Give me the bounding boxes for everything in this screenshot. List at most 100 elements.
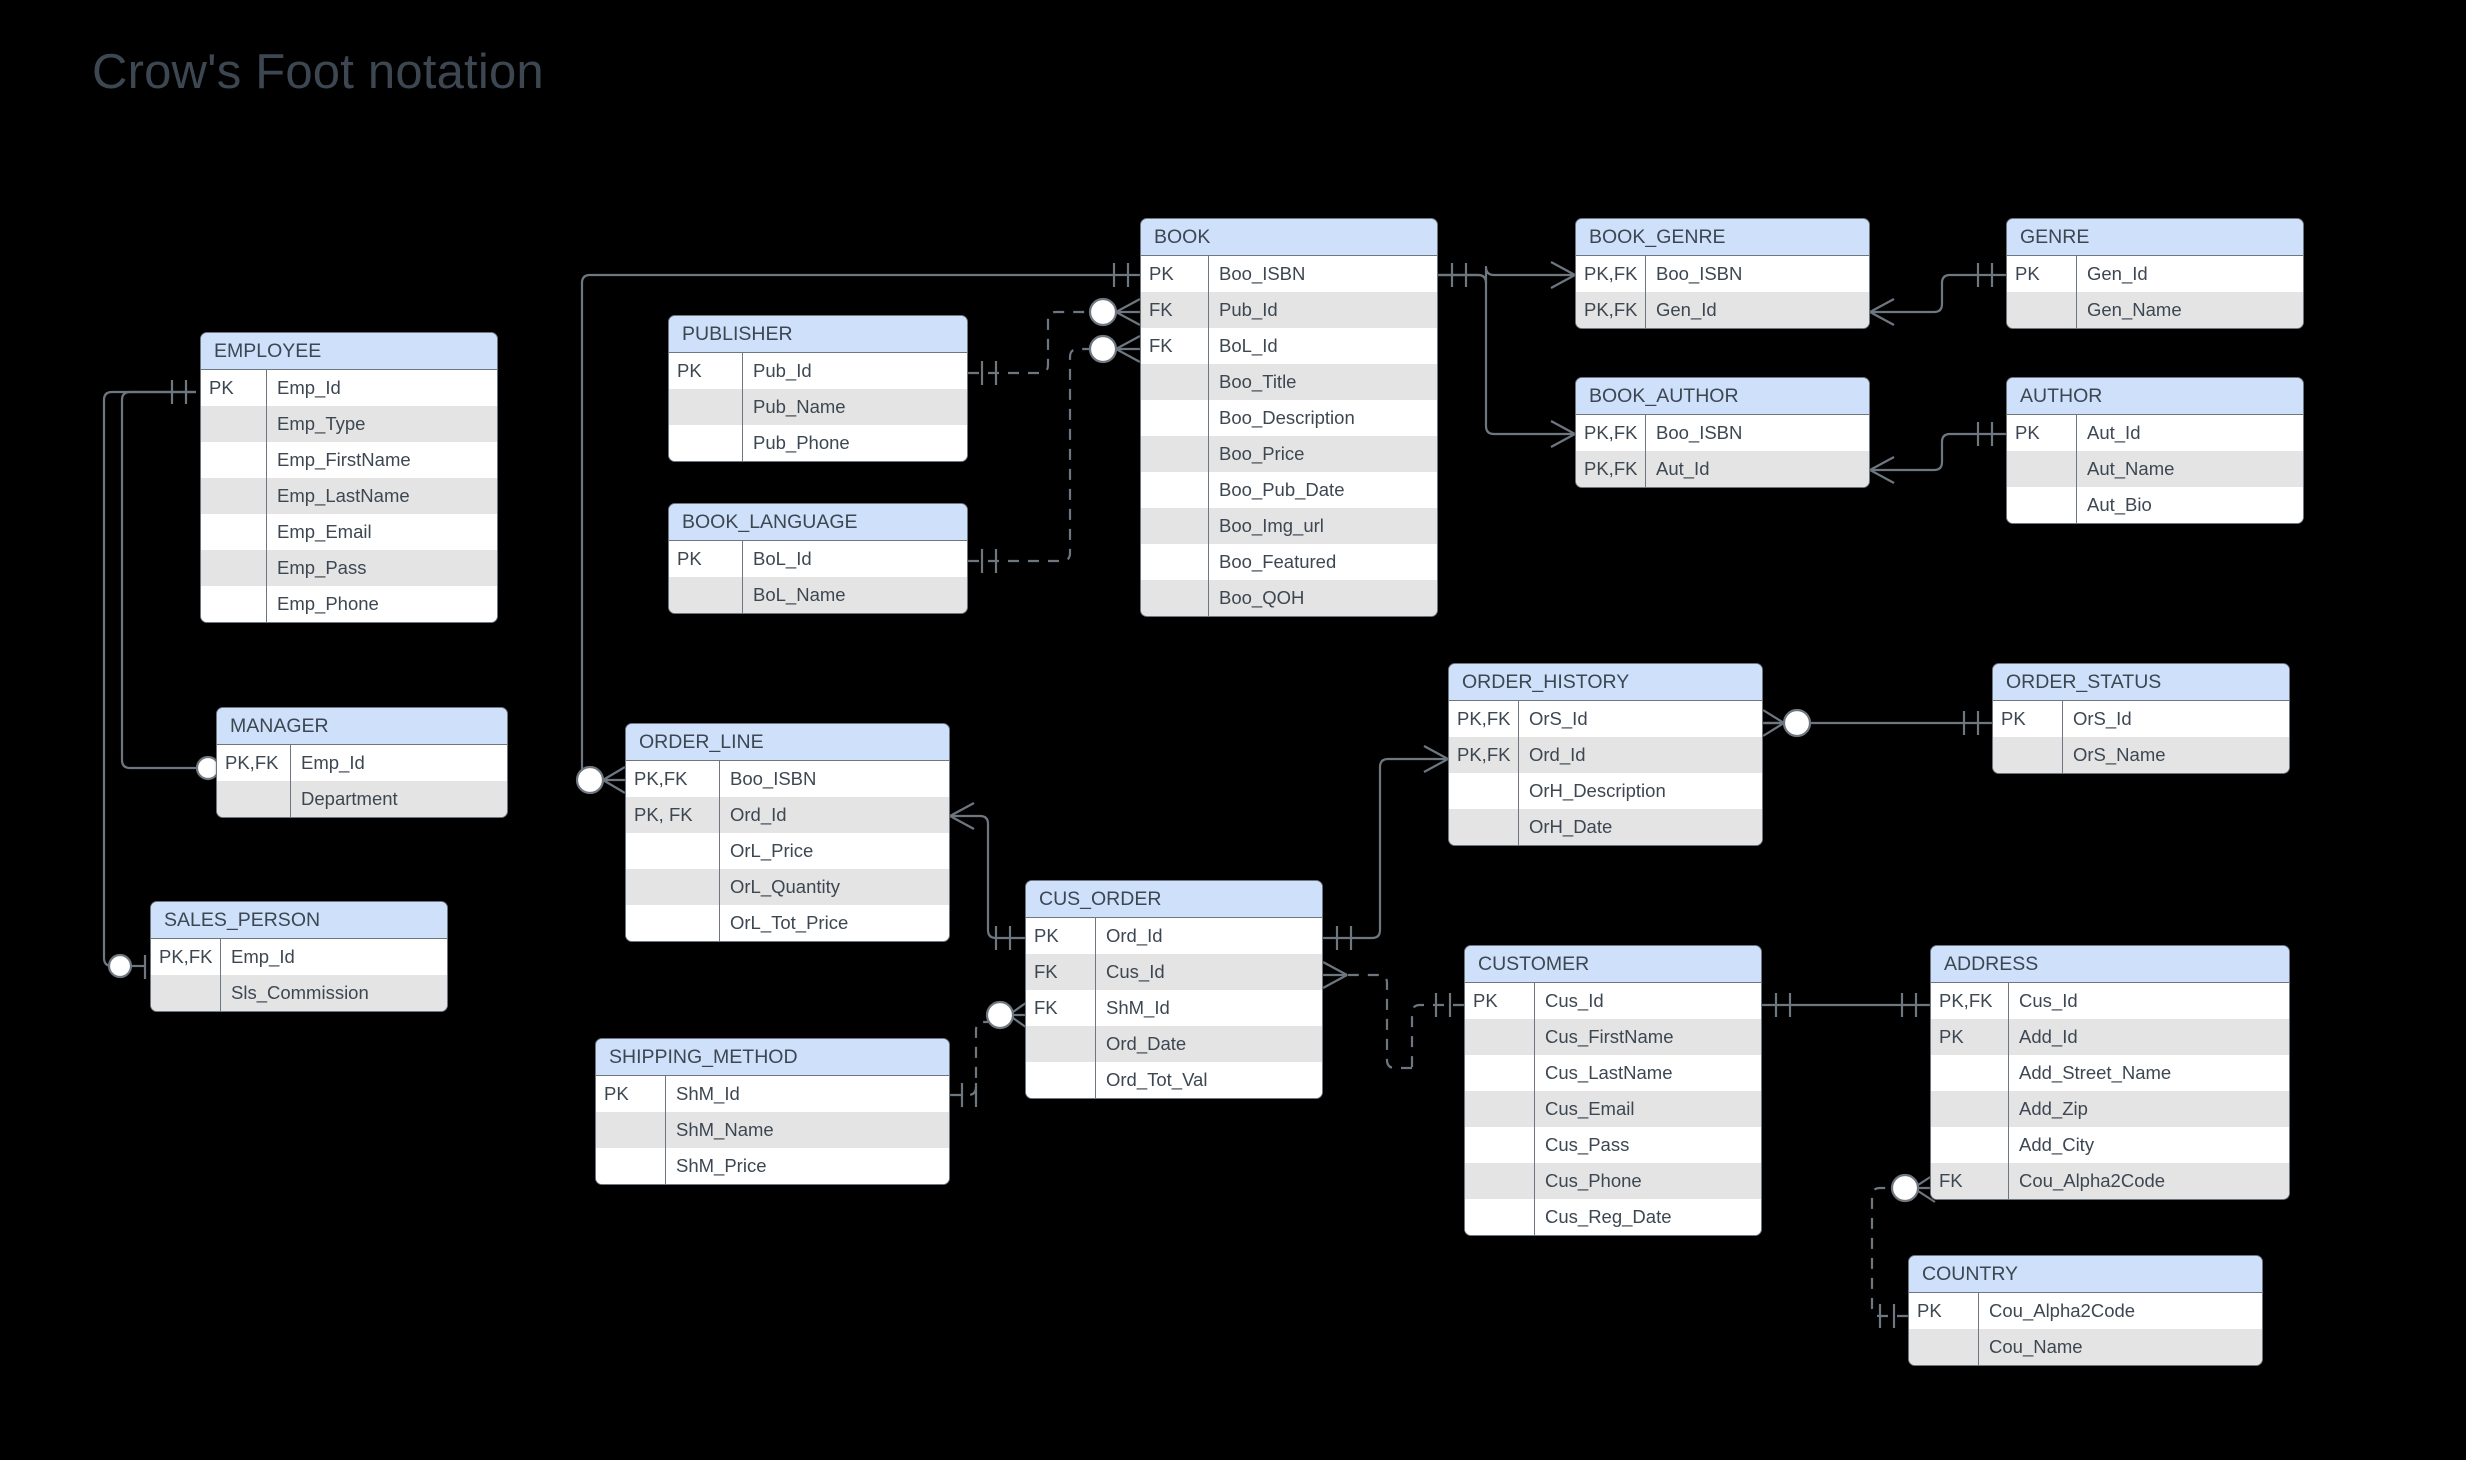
entity-order_history[interactable]: ORDER_HISTORY PK,FK OrS_Id PK,FK Ord_Id OrH_D… (1448, 663, 1763, 846)
attribute-row[interactable]: PK BoL_Id (669, 541, 967, 577)
attribute-row[interactable]: PK,FK Aut_Id (1576, 451, 1869, 487)
attribute-row[interactable]: Cou_Name (1909, 1329, 2262, 1365)
attribute-row[interactable]: PK,FK OrS_Id (1449, 701, 1762, 737)
attribute-row[interactable]: Cus_LastName (1465, 1055, 1761, 1091)
attribute-row[interactable]: PK,FK Boo_ISBN (626, 761, 949, 797)
attribute-row[interactable]: PK Add_Id (1931, 1019, 2289, 1055)
attribute-row[interactable]: PK,FK Emp_Id (217, 745, 507, 781)
entity-address[interactable]: ADDRESS PK,FK Cus_Id PK Add_Id Add_Street_Nam… (1930, 945, 2290, 1200)
attribute-row[interactable]: Boo_Price (1141, 436, 1437, 472)
attribute-row[interactable]: PK Cus_Id (1465, 983, 1761, 1019)
attribute-row[interactable]: Cus_FirstName (1465, 1019, 1761, 1055)
entity-manager[interactable]: MANAGER PK,FK Emp_Id Department (216, 707, 508, 818)
attribute-row[interactable]: PK,FK Boo_ISBN (1576, 256, 1869, 292)
attribute-row[interactable]: OrL_Quantity (626, 869, 949, 905)
attribute-row[interactable]: Boo_QOH (1141, 580, 1437, 616)
attribute-row[interactable]: Emp_Pass (201, 550, 497, 586)
attribute-row[interactable]: Boo_Img_url (1141, 508, 1437, 544)
attribute-row[interactable]: Emp_LastName (201, 478, 497, 514)
attribute-row[interactable]: Sls_Commission (151, 975, 447, 1011)
attribute-row[interactable]: Cus_Email (1465, 1091, 1761, 1127)
attribute-row[interactable]: FK BoL_Id (1141, 328, 1437, 364)
attribute-row[interactable]: PK, FK Ord_Id (626, 797, 949, 833)
attribute-row[interactable]: PK ShM_Id (596, 1076, 949, 1112)
attribute-name: Cus_Phone (1545, 1170, 1642, 1191)
attribute-name: Emp_Email (277, 521, 372, 542)
attribute-name: Aut_Bio (2087, 494, 2152, 515)
attribute-name: OrL_Tot_Price (730, 912, 849, 933)
attribute-row[interactable]: FK Cou_Alpha2Code (1931, 1163, 2289, 1199)
attribute-row[interactable]: PK Cou_Alpha2Code (1909, 1293, 2262, 1329)
attribute-row[interactable]: FK Pub_Id (1141, 292, 1437, 328)
entity-publisher[interactable]: PUBLISHER PK Pub_Id Pub_Name Pub_Phone (668, 315, 968, 462)
attribute-row[interactable]: PK,FK Ord_Id (1449, 737, 1762, 773)
attribute-row[interactable]: Ord_Date (1026, 1026, 1322, 1062)
entity-shipping_method[interactable]: SHIPPING_METHOD PK ShM_Id ShM_Name ShM_Price (595, 1038, 950, 1185)
attribute-row[interactable]: PK,FK Cus_Id (1931, 983, 2289, 1019)
attribute-row[interactable]: Emp_FirstName (201, 442, 497, 478)
entity-sales_person[interactable]: SALES_PERSON PK,FK Emp_Id Sls_Commission (150, 901, 448, 1012)
attribute-row[interactable]: OrL_Tot_Price (626, 905, 949, 941)
attribute-row[interactable]: Add_Zip (1931, 1091, 2289, 1127)
attribute-row[interactable]: Department (217, 781, 507, 817)
entity-employee[interactable]: EMPLOYEE PK Emp_Id Emp_Type Emp_FirstName Emp… (200, 332, 498, 623)
attribute-row[interactable]: Ord_Tot_Val (1026, 1062, 1322, 1098)
entity-order_line[interactable]: ORDER_LINE PK,FK Boo_ISBN PK, FK Ord_Id OrL_P… (625, 723, 950, 942)
attribute-row[interactable]: OrL_Price (626, 833, 949, 869)
entity-book_language[interactable]: BOOK_LANGUAGE PK BoL_Id BoL_Name (668, 503, 968, 614)
attribute-row[interactable]: PK Aut_Id (2007, 415, 2303, 451)
attribute-row[interactable]: Aut_Name (2007, 451, 2303, 487)
attribute-row[interactable]: Emp_Phone (201, 586, 497, 622)
attribute-key (1449, 809, 1519, 845)
attribute-row[interactable]: PK Pub_Id (669, 353, 967, 389)
attribute-row[interactable]: PK,FK Boo_ISBN (1576, 415, 1869, 451)
entity-cus_order[interactable]: CUS_ORDER PK Ord_Id FK Cus_Id FK ShM_Id Ord_Dat… (1025, 880, 1323, 1099)
attribute-row[interactable]: Add_Street_Name (1931, 1055, 2289, 1091)
attribute-row[interactable]: Boo_Description (1141, 400, 1437, 436)
attribute-key: PK (596, 1076, 666, 1112)
attribute-row[interactable]: Pub_Name (669, 389, 967, 425)
entity-book[interactable]: BOOK PK Boo_ISBN FK Pub_Id FK BoL_Id Boo_Title B… (1140, 218, 1438, 617)
attribute-row[interactable]: Emp_Type (201, 406, 497, 442)
attribute-row[interactable]: FK Cus_Id (1026, 954, 1322, 990)
entity-title-book_author: BOOK_AUTHOR (1576, 378, 1869, 415)
entity-book_genre[interactable]: BOOK_GENRE PK,FK Boo_ISBN PK,FK Gen_Id (1575, 218, 1870, 329)
attribute-row[interactable]: OrH_Date (1449, 809, 1762, 845)
attribute-row[interactable]: PK Boo_ISBN (1141, 256, 1437, 292)
entity-customer[interactable]: CUSTOMER PK Cus_Id Cus_FirstName Cus_LastNam… (1464, 945, 1762, 1236)
attribute-key: PK,FK (626, 761, 720, 797)
attribute-row[interactable]: OrS_Name (1993, 737, 2289, 773)
entity-genre[interactable]: GENRE PK Gen_Id Gen_Name (2006, 218, 2304, 329)
attribute-key (1141, 364, 1209, 400)
attribute-row[interactable]: PK OrS_Id (1993, 701, 2289, 737)
attribute-row[interactable]: Pub_Phone (669, 425, 967, 461)
attribute-row[interactable]: BoL_Name (669, 577, 967, 613)
attribute-row[interactable]: Cus_Pass (1465, 1127, 1761, 1163)
attribute-row[interactable]: Boo_Featured (1141, 544, 1437, 580)
attribute-row[interactable]: PK,FK Gen_Id (1576, 292, 1869, 328)
attribute-row[interactable]: Gen_Name (2007, 292, 2303, 328)
attribute-row[interactable]: ShM_Name (596, 1112, 949, 1148)
entity-country[interactable]: COUNTRY PK Cou_Alpha2Code Cou_Name (1908, 1255, 2263, 1366)
attribute-row[interactable]: Cus_Reg_Date (1465, 1199, 1761, 1235)
entity-title-book: BOOK (1141, 219, 1437, 256)
attribute-key (1465, 1055, 1535, 1091)
attribute-row[interactable]: PK Gen_Id (2007, 256, 2303, 292)
attribute-row[interactable]: PK,FK Emp_Id (151, 939, 447, 975)
entity-author[interactable]: AUTHOR PK Aut_Id Aut_Name Aut_Bio (2006, 377, 2304, 524)
attribute-row[interactable]: Boo_Pub_Date (1141, 472, 1437, 508)
attribute-row[interactable]: Emp_Email (201, 514, 497, 550)
entity-order_status[interactable]: ORDER_STATUS PK OrS_Id OrS_Name (1992, 663, 2290, 774)
attribute-row[interactable]: OrH_Description (1449, 773, 1762, 809)
attribute-row[interactable]: Boo_Title (1141, 364, 1437, 400)
attribute-row[interactable]: Aut_Bio (2007, 487, 2303, 523)
attribute-row[interactable]: ShM_Price (596, 1148, 949, 1184)
attribute-row[interactable]: PK Ord_Id (1026, 918, 1322, 954)
attribute-row[interactable]: Cus_Phone (1465, 1163, 1761, 1199)
entity-book_author[interactable]: BOOK_AUTHOR PK,FK Boo_ISBN PK,FK Aut_Id (1575, 377, 1870, 488)
attribute-name: OrL_Quantity (730, 876, 841, 897)
attribute-row[interactable]: PK Emp_Id (201, 370, 497, 406)
attribute-row[interactable]: Add_City (1931, 1127, 2289, 1163)
attribute-key: PK (669, 353, 743, 389)
attribute-row[interactable]: FK ShM_Id (1026, 990, 1322, 1026)
